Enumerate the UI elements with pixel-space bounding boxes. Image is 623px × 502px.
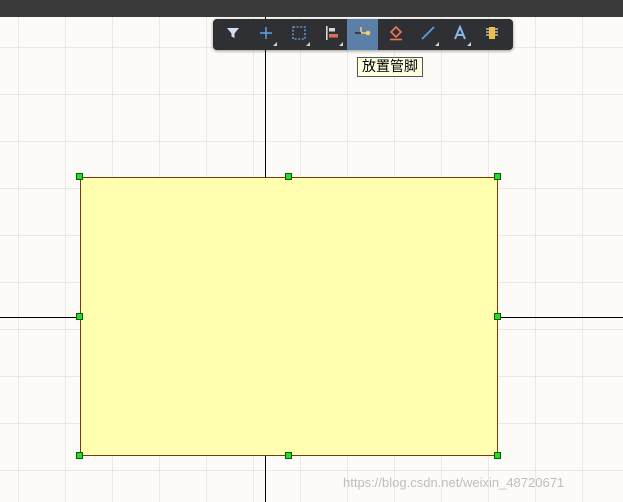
resize-handle-bottom-middle[interactable] [285, 452, 292, 459]
resize-handle-bottom-left[interactable] [76, 452, 83, 459]
dropdown-corner-icon [273, 42, 277, 46]
component-button[interactable] [476, 19, 507, 50]
dropdown-corner-icon [306, 42, 310, 46]
place-text-button[interactable] [444, 19, 475, 50]
resize-handle-top-middle[interactable] [285, 173, 292, 180]
active-bar-toolbar [213, 19, 513, 50]
resize-handle-middle-left[interactable] [76, 313, 83, 320]
place-pin-button[interactable] [347, 19, 378, 50]
align-button[interactable] [316, 19, 347, 50]
text-icon [452, 23, 468, 45]
align-icon [324, 25, 340, 45]
window-top-bar [0, 0, 623, 17]
plus-icon [258, 25, 274, 45]
resize-handle-top-right[interactable] [494, 173, 501, 180]
dropdown-corner-icon [467, 42, 471, 46]
component-body-rectangle[interactable] [80, 177, 498, 456]
component-icon [484, 25, 500, 45]
resize-handle-bottom-right[interactable] [494, 452, 501, 459]
place-pin-icon [354, 25, 372, 45]
resize-handle-middle-right[interactable] [494, 313, 501, 320]
select-area-button[interactable] [283, 19, 314, 50]
crosshair-button[interactable] [250, 19, 281, 50]
resize-handle-top-left[interactable] [76, 173, 83, 180]
filter-button[interactable] [217, 19, 248, 50]
tooltip: 放置管脚 [357, 57, 423, 77]
watermark-text: https://blog.csdn.net/weixin_48720671 [343, 475, 565, 490]
draw-line-button[interactable] [412, 19, 443, 50]
filter-icon [225, 25, 241, 45]
dropdown-corner-icon [435, 42, 439, 46]
dropdown-corner-icon [339, 42, 343, 46]
eraser-button[interactable] [380, 19, 411, 50]
select-rect-icon [291, 25, 307, 45]
eraser-icon [388, 25, 404, 45]
line-icon [420, 25, 436, 45]
